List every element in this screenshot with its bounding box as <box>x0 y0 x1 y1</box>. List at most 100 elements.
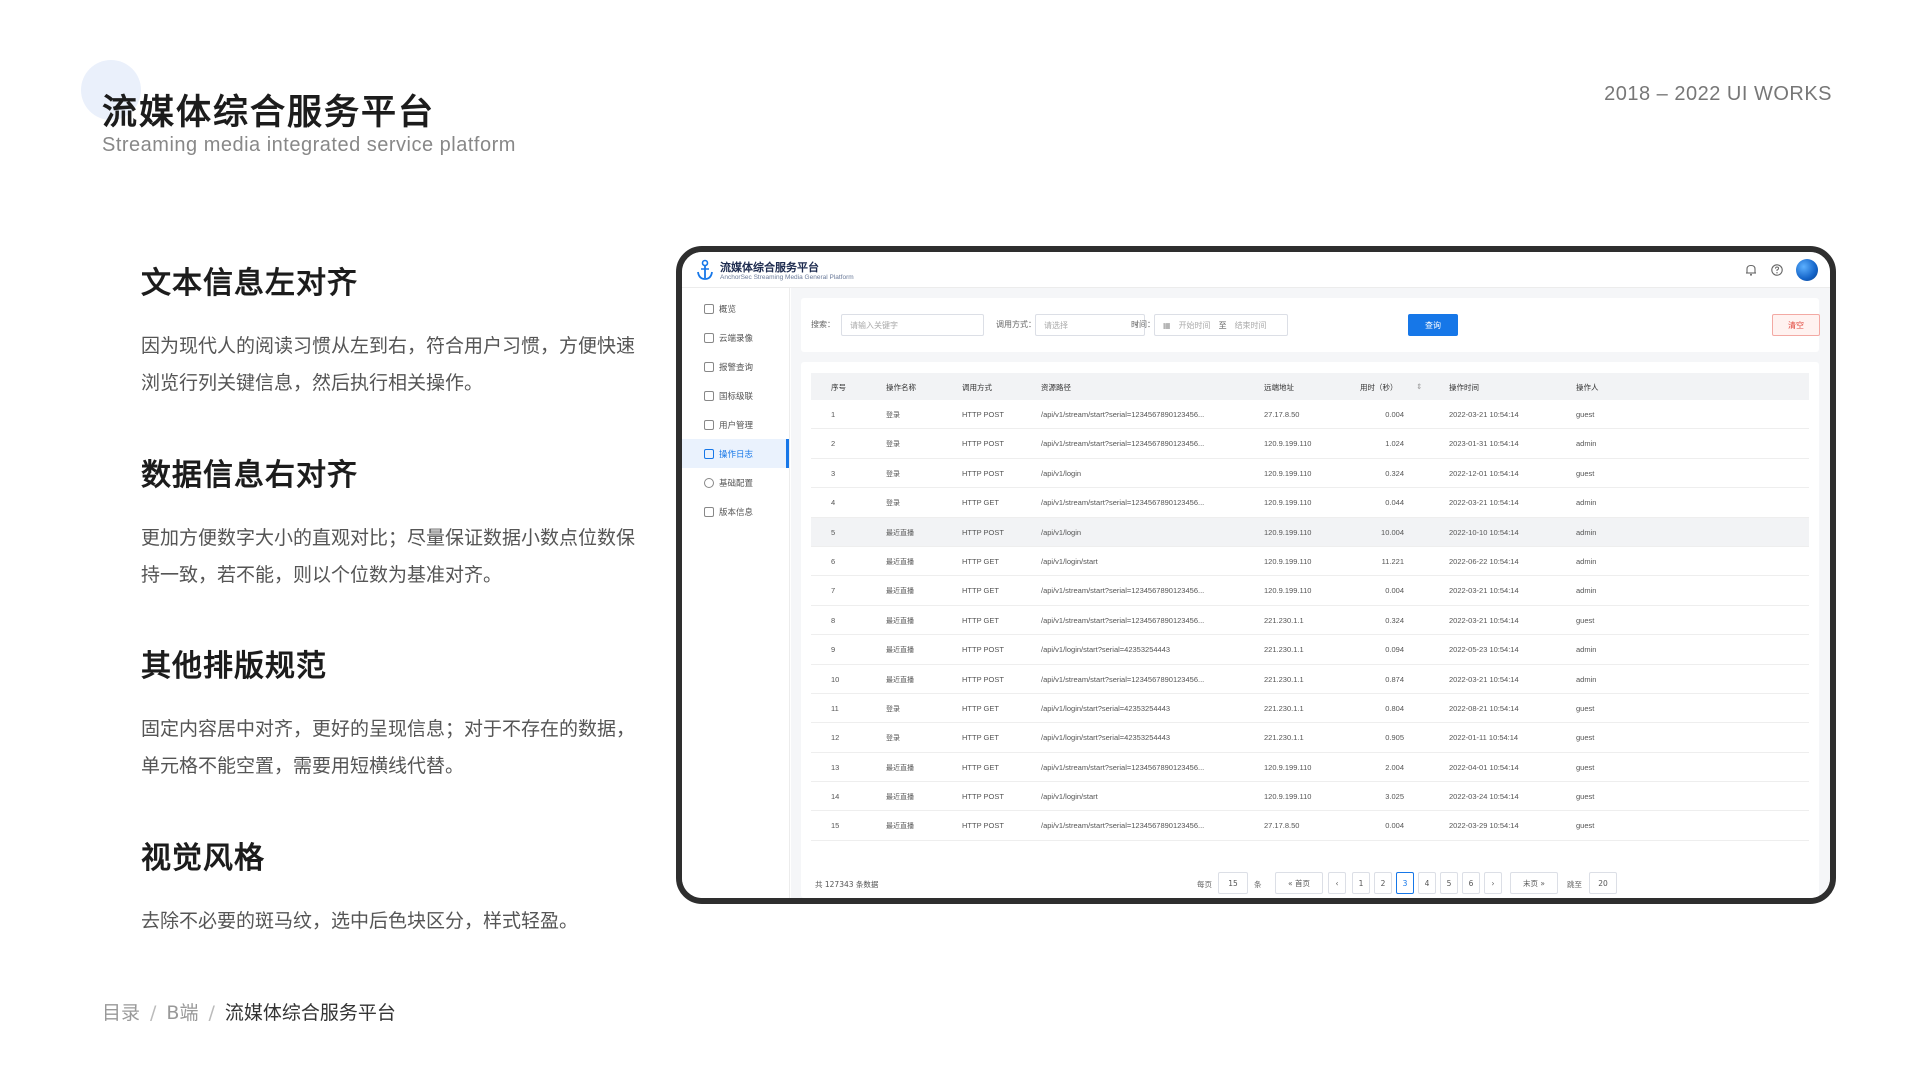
table-row[interactable]: 10 最近直播 HTTP POST/api/v1/stream/start?seri… <box>811 665 1809 694</box>
cell-remote: 120.9.199.110 <box>1264 556 1312 566</box>
page-subtitle: Streaming media integrated service platf… <box>102 134 516 156</box>
cell-operator: guest <box>1576 615 1595 625</box>
cell-operation: 登录 <box>886 734 900 743</box>
sidebar-item-cloud-recording[interactable]: 云端录像 <box>682 323 789 352</box>
page-number-button[interactable]: 1 <box>1352 872 1370 894</box>
method-select[interactable]: 请选择 ▾ <box>1035 314 1145 336</box>
cell-index: 7 <box>831 586 836 596</box>
table-row[interactable]: 3 登录 HTTP POST/api/v1/login 120.9.199.110 0.… <box>811 459 1809 489</box>
cell-operation: 登录 <box>886 704 900 713</box>
sidebar-item-operation-log[interactable]: 操作日志 <box>682 439 789 468</box>
page-title: 流媒体综合服务平台 <box>102 93 436 133</box>
per-page-unit: 条 <box>1254 880 1262 889</box>
app-name: 流媒体综合服务平台 <box>720 261 819 274</box>
cell-index: 8 <box>831 615 836 625</box>
sidebar-item-version-info[interactable]: 版本信息 <box>682 497 789 526</box>
sidebar-item-label: 概览 <box>719 304 737 315</box>
section-title: 其他排版规范 <box>141 649 327 684</box>
cell-path: /api/v1/login/start?serial=42353254443 <box>1041 703 1171 713</box>
sidebar-item-label: 版本信息 <box>719 507 754 518</box>
search-label: 搜索： <box>811 320 835 329</box>
log-table: 序号 操作名称 调用方式 资源路径 远端地址 用时（秒） ⇕ 操作时间 操作人 … <box>801 362 1819 898</box>
query-button[interactable]: 查询 <box>1408 314 1458 336</box>
section-body: 因为现代人的阅读习惯从左到右，符合用户习惯，方便快速浏览行列关键信息，然后执行相… <box>141 335 636 394</box>
table-row[interactable]: 11 登录 HTTP GET/api/v1/login/start?serial=4… <box>811 694 1809 724</box>
table-row[interactable]: 6 最近直播 HTTP GET/api/v1/login/start 120.9.19… <box>811 547 1809 577</box>
page-number-button[interactable]: 2 <box>1374 872 1392 894</box>
sidebar-item-overview[interactable]: 概览 <box>682 294 789 323</box>
cell-duration: 0.004 <box>1385 586 1404 596</box>
table-row[interactable]: 12 登录 HTTP GET/api/v1/login/start?serial=4… <box>811 723 1809 753</box>
table-header: 序号 操作名称 调用方式 资源路径 远端地址 用时（秒） ⇕ 操作时间 操作人 <box>811 373 1809 400</box>
search-input[interactable]: 请输入关键字 <box>841 314 984 336</box>
cell-remote: 120.9.199.110 <box>1264 498 1312 508</box>
table-row[interactable]: 4 登录 HTTP GET/api/v1/stream/start?serial=1… <box>811 488 1809 518</box>
goto-input[interactable]: 20 <box>1589 872 1617 894</box>
table-body: 1 登录 HTTP POST/api/v1/stream/start?serial=… <box>811 400 1809 841</box>
cell-path: /api/v1/login/start?serial=42353254443 <box>1041 645 1171 655</box>
per-page-input[interactable]: 15 <box>1218 872 1248 894</box>
avatar[interactable] <box>1796 259 1818 281</box>
table-row[interactable]: 1 登录 HTTP POST/api/v1/stream/start?serial=… <box>811 400 1809 430</box>
section-body: 固定内容居中对齐，更好的呈现信息；对于不存在的数据，单元格不能空置，需要用短横线… <box>141 718 636 777</box>
breadcrumb-item[interactable]: 目录 <box>102 1002 140 1024</box>
cell-duration: 2.004 <box>1385 762 1404 772</box>
table-row[interactable]: 7 最近直播 HTTP GET/api/v1/stream/start?serial… <box>811 576 1809 606</box>
table-row[interactable]: 8 最近直播 HTTP GET/api/v1/stream/start?serial… <box>811 606 1809 636</box>
cell-path: /api/v1/stream/start?serial=123456789012… <box>1041 821 1205 831</box>
cell-remote: 221.230.1.1 <box>1264 645 1304 655</box>
breadcrumb-current: 流媒体综合服务平台 <box>224 1002 396 1024</box>
sidebar-item-user-management[interactable]: 用户管理 <box>682 410 789 439</box>
table-row[interactable]: 13 最近直播 HTTP GET/api/v1/stream/start?seria… <box>811 753 1809 783</box>
section-body: 去除不必要的斑马纹，选中后色块区分，样式轻盈。 <box>141 910 579 932</box>
bell-icon[interactable] <box>1744 263 1758 277</box>
time-label: 时间： <box>1131 320 1155 329</box>
cell-operator: guest <box>1576 762 1595 772</box>
date-range-input[interactable]: ▦ 开始时间 至 结束时间 <box>1154 314 1288 336</box>
cell-operation: 登录 <box>886 469 900 478</box>
breadcrumb: 目录 / B端 / 流媒体综合服务平台 <box>102 1002 396 1024</box>
table-row[interactable]: 9 最近直播 HTTP POST/api/v1/login/start?serial… <box>811 635 1809 665</box>
sidebar-item-label: 云端录像 <box>719 333 754 344</box>
cell-time: 2022-03-21 10:54:14 <box>1449 410 1519 419</box>
table-row[interactable]: 15 最近直播 HTTP POST/api/v1/stream/start?seri… <box>811 811 1809 841</box>
page-number-button[interactable]: 5 <box>1440 872 1458 894</box>
cell-remote: 221.230.1.1 <box>1264 615 1304 625</box>
last-page-button[interactable]: 末页 » <box>1510 872 1558 894</box>
log-icon <box>704 448 714 459</box>
table-row[interactable]: 5 最近直播 HTTP POST/api/v1/login 120.9.199.110… <box>811 517 1809 547</box>
cell-duration: 0.905 <box>1385 733 1404 743</box>
next-page-button[interactable]: › <box>1484 872 1502 894</box>
table-row[interactable]: 14 最近直播 HTTP POST/api/v1/login/start 120.9.… <box>811 782 1809 812</box>
cell-duration: 0.004 <box>1385 821 1404 831</box>
section-body: 更加方便数字大小的直观对比；尽量保证数据小数点位数保持一致，若不能，则以个位数为… <box>141 527 636 586</box>
table-row[interactable]: 2 登录 HTTP POST/api/v1/stream/start?serial=… <box>811 429 1809 459</box>
sort-icon[interactable]: ⇕ <box>1416 382 1422 391</box>
method-select-value: 请选择 <box>1044 320 1068 330</box>
sidebar-item-gb-cascade[interactable]: 国标级联 <box>682 381 789 410</box>
first-page-button[interactable]: « 首页 <box>1275 872 1323 894</box>
cell-operation: 最近直播 <box>886 616 914 625</box>
breadcrumb-item[interactable]: B端 <box>166 1002 198 1024</box>
page-number-button[interactable]: 3 <box>1396 872 1414 894</box>
cell-remote: 27.17.8.50 <box>1264 410 1300 419</box>
cell-operation: 最近直播 <box>886 646 914 655</box>
clear-button[interactable]: 清空 <box>1772 314 1820 336</box>
cell-remote: 221.230.1.1 <box>1264 674 1304 684</box>
sidebar-item-label: 基础配置 <box>719 478 754 489</box>
cell-operation: 最近直播 <box>886 793 914 802</box>
cell-operation: 最近直播 <box>886 822 914 831</box>
cell-operation: 最近直播 <box>886 528 914 537</box>
cell-path: /api/v1/login <box>1041 527 1082 537</box>
sidebar-item-basic-config[interactable]: 基础配置 <box>682 468 789 497</box>
cell-method: HTTP POST <box>962 645 1004 655</box>
prev-page-button[interactable]: ‹ <box>1328 872 1346 894</box>
overview-icon <box>704 303 714 314</box>
page-number-button[interactable]: 6 <box>1462 872 1480 894</box>
page-number-button[interactable]: 4 <box>1418 872 1436 894</box>
help-icon[interactable] <box>1770 263 1784 277</box>
cell-operator: guest <box>1576 733 1595 743</box>
sidebar-item-alarm-query[interactable]: 报警查询 <box>682 352 789 381</box>
cell-duration: 0.324 <box>1385 615 1404 625</box>
cell-operator: guest <box>1576 792 1595 802</box>
